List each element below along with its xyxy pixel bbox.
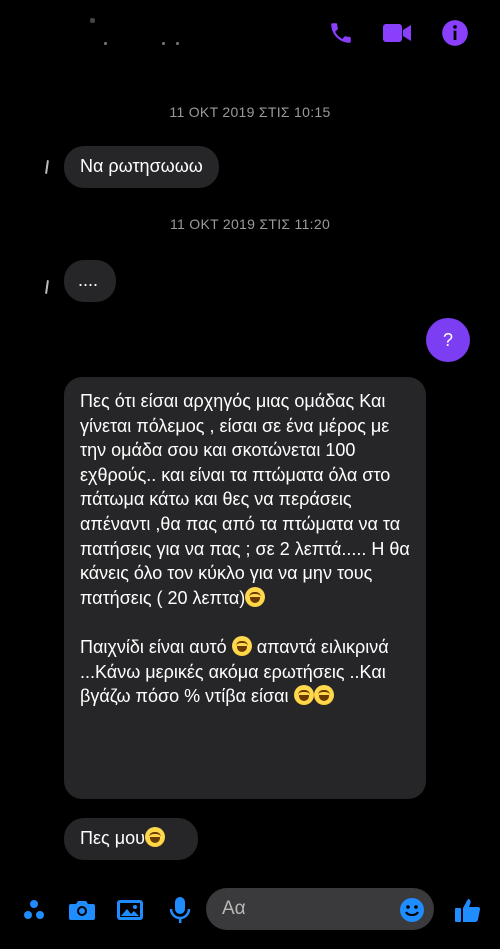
chat-header: [0, 0, 500, 70]
laughing-emoji-icon: [245, 586, 266, 607]
message-paragraph: Πες ότι είσαι αρχηγός μιας ομάδας Και γί…: [80, 391, 410, 608]
avatar[interactable]: [44, 160, 50, 174]
laughing-emoji-icon: [313, 685, 334, 706]
laughing-emoji-icon: [231, 635, 252, 656]
received-message[interactable]: Πες μου: [64, 818, 198, 860]
timestamp: 11 ΟΚΤ 2019 ΣΤΙΣ 11:20: [169, 216, 331, 232]
emoji-icon[interactable]: [398, 896, 426, 924]
gallery-icon[interactable]: [116, 896, 144, 924]
microphone-icon[interactable]: [166, 896, 194, 924]
contact-name-obscured[interactable]: [86, 16, 196, 52]
phone-icon[interactable]: [326, 18, 356, 48]
more-icon[interactable]: [20, 896, 48, 924]
video-camera-icon[interactable]: [382, 18, 412, 48]
laughing-emoji-icon: [293, 685, 314, 706]
message-paragraph: Παιχνίδι είναι αυτό: [80, 636, 227, 657]
timestamp: 11 ΟΚΤ 2019 ΣΤΙΣ 10:15: [169, 104, 331, 120]
avatar[interactable]: [44, 280, 50, 294]
received-message[interactable]: ....: [64, 260, 116, 302]
message-input-placeholder: Αα: [222, 898, 246, 919]
received-message[interactable]: Να ρωτησωωω: [64, 146, 219, 188]
laughing-emoji-icon: [144, 827, 165, 847]
info-icon[interactable]: [440, 18, 470, 48]
message-text: Πες μου: [80, 828, 145, 848]
camera-icon[interactable]: [68, 896, 96, 924]
thumbs-up-icon[interactable]: [454, 896, 482, 924]
received-message-long[interactable]: Πες ότι είσαι αρχηγός μιας ομάδας Και γί…: [64, 377, 426, 799]
sent-message[interactable]: ?: [426, 318, 470, 362]
